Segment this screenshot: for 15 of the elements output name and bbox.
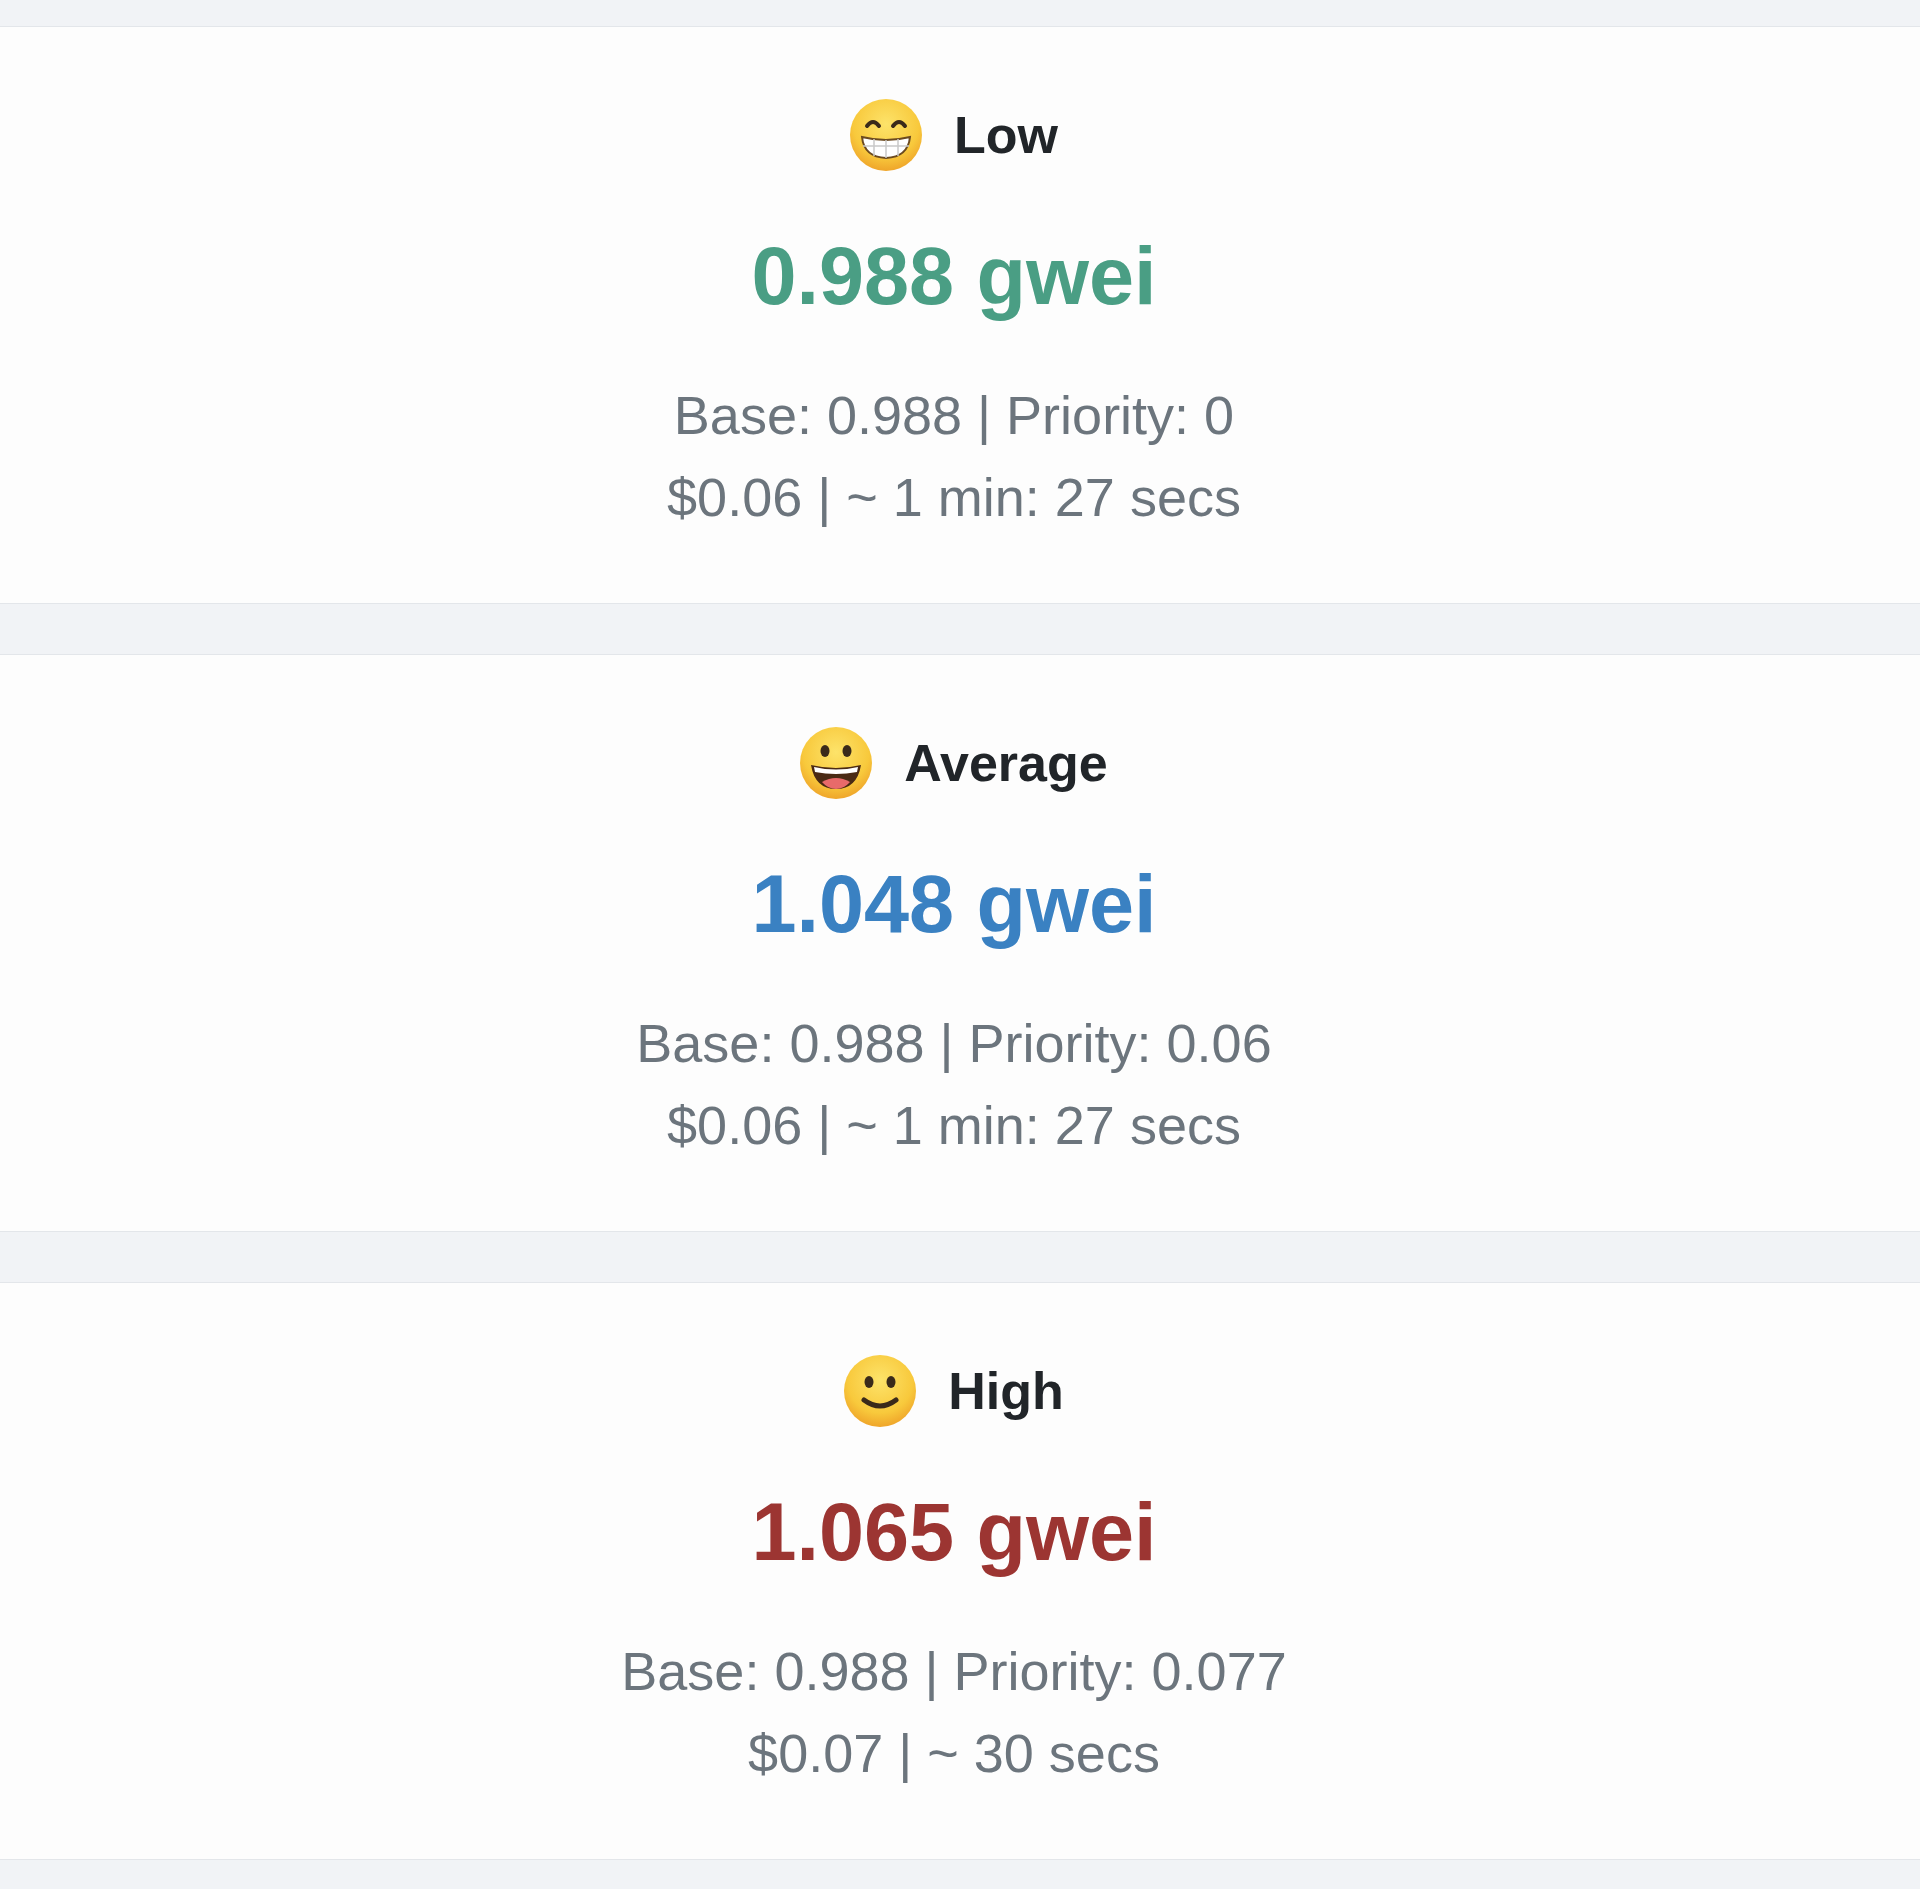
gas-price: 1.065 gwei — [751, 1486, 1157, 1579]
cost-estimate: $0.07 | ~ 30 secs — [748, 1722, 1160, 1785]
tier-title: High — [948, 1361, 1064, 1422]
tier-title: Low — [954, 105, 1058, 166]
gas-price: 1.048 gwei — [751, 858, 1157, 951]
cost-estimate: $0.06 | ~ 1 min: 27 secs — [667, 1094, 1241, 1157]
beaming-face-icon — [850, 99, 922, 171]
gas-price: 0.988 gwei — [751, 230, 1157, 323]
fee-breakdown: Base: 0.988 | Priority: 0 — [673, 384, 1235, 447]
smiling-face-icon — [844, 1355, 917, 1427]
cost-estimate: $0.06 | ~ 1 min: 27 secs — [667, 466, 1241, 529]
fee-breakdown: Base: 0.988 | Priority: 0.077 — [621, 1640, 1287, 1703]
fee-breakdown: Base: 0.988 | Priority: 0.06 — [636, 1012, 1272, 1075]
grinning-face-icon — [800, 727, 873, 799]
tier-title: Average — [904, 733, 1108, 794]
